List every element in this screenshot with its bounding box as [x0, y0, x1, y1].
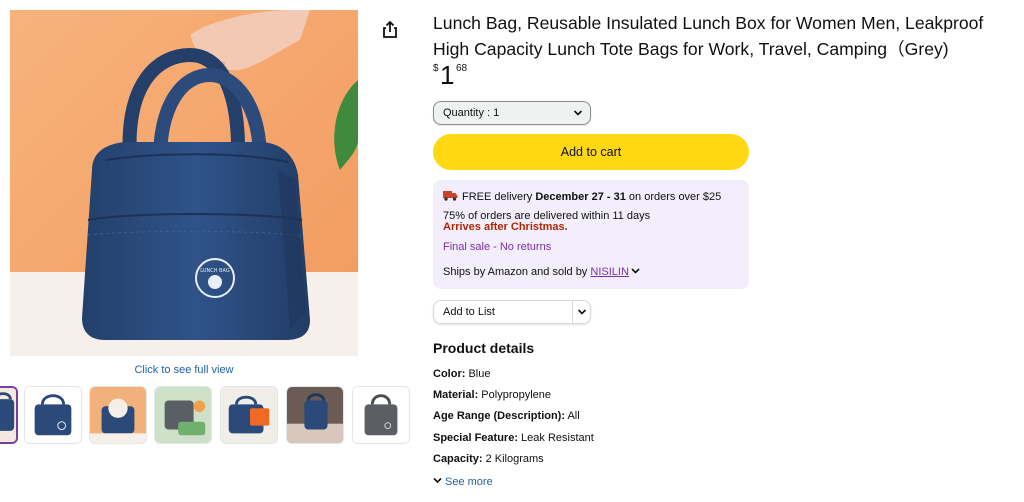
arrival-alert: Arrives after Christmas. — [443, 221, 568, 233]
thumbnail-3[interactable] — [89, 386, 147, 444]
delivery-free-prefix: FREE delivery — [462, 191, 536, 203]
thumbnail-strip — [0, 386, 420, 446]
see-more-label: See more — [445, 476, 493, 488]
chevron-down-icon — [433, 477, 442, 484]
spec-value: All — [565, 410, 580, 422]
add-to-list-control: Add to List — [433, 300, 591, 324]
delivery-line: FREE delivery December 27 - 31 on orders… — [443, 190, 721, 203]
price-fraction: 68 — [456, 63, 468, 74]
quantity-label: Quantity : 1 — [443, 107, 500, 119]
delivery-dates: December 27 - 31 — [535, 191, 626, 203]
thumbnail-7[interactable] — [352, 386, 410, 444]
ships-sold-by: Ships by Amazon and sold by NISILIN — [443, 266, 640, 278]
add-to-cart-button[interactable]: Add to cart — [433, 134, 749, 170]
full-view-link[interactable]: Click to see full view — [10, 364, 358, 376]
spec-label: Age Range (Description): — [433, 410, 566, 422]
thumbnail-6[interactable] — [286, 386, 344, 444]
spec-age-range: Age Range (Description): All — [433, 410, 580, 422]
add-to-list-dropdown[interactable] — [573, 301, 591, 323]
delivery-free-suffix: on orders over $25 — [625, 191, 722, 203]
seller-link[interactable]: NISILIN — [590, 266, 629, 278]
ships-prefix: Ships by Amazon and sold by — [443, 266, 591, 278]
price-whole: 1 — [440, 60, 455, 90]
thumbnail-4[interactable] — [154, 386, 212, 444]
delivery-box: FREE delivery December 27 - 31 on orders… — [433, 180, 749, 289]
thumbnail-5[interactable] — [220, 386, 278, 444]
spec-label: Color: — [433, 368, 466, 380]
see-more-link[interactable]: See more — [433, 476, 493, 488]
spec-label: Capacity: — [433, 453, 483, 465]
spec-label: Material: — [433, 389, 479, 401]
price-currency: $ — [433, 63, 439, 74]
chevron-down-icon — [573, 110, 583, 116]
spec-special-feature: Special Feature: Leak Resistant — [433, 432, 594, 444]
share-icon[interactable] — [381, 20, 399, 40]
spec-value: Polypropylene — [478, 389, 552, 401]
thumbnail-2[interactable] — [24, 386, 82, 444]
chevron-down-icon[interactable] — [631, 267, 640, 275]
product-details-heading: Product details — [433, 340, 535, 356]
spec-color: Color: Blue — [433, 368, 490, 380]
product-title: Lunch Bag, Reusable Insulated Lunch Box … — [433, 13, 984, 59]
spec-value: Leak Resistant — [517, 432, 594, 444]
spec-value: 2 Kilograms — [482, 453, 544, 465]
chevron-down-icon — [577, 309, 587, 315]
final-sale-note: Final sale - No returns — [443, 241, 552, 253]
main-product-image[interactable]: LUNCH BAG — [10, 10, 358, 356]
spec-material: Material: Polypropylene — [433, 389, 551, 401]
bag-logo-text: LUNCH BAG — [200, 268, 230, 274]
spec-capacity: Capacity: 2 Kilograms — [433, 453, 544, 465]
spec-value: Blue — [465, 368, 491, 380]
truck-icon — [443, 191, 458, 201]
add-to-list-button[interactable]: Add to List — [443, 301, 495, 323]
quantity-dropdown[interactable]: Quantity : 1 — [433, 101, 591, 125]
thumbnail-1[interactable] — [0, 386, 18, 444]
spec-label: Special Feature: — [433, 432, 518, 444]
